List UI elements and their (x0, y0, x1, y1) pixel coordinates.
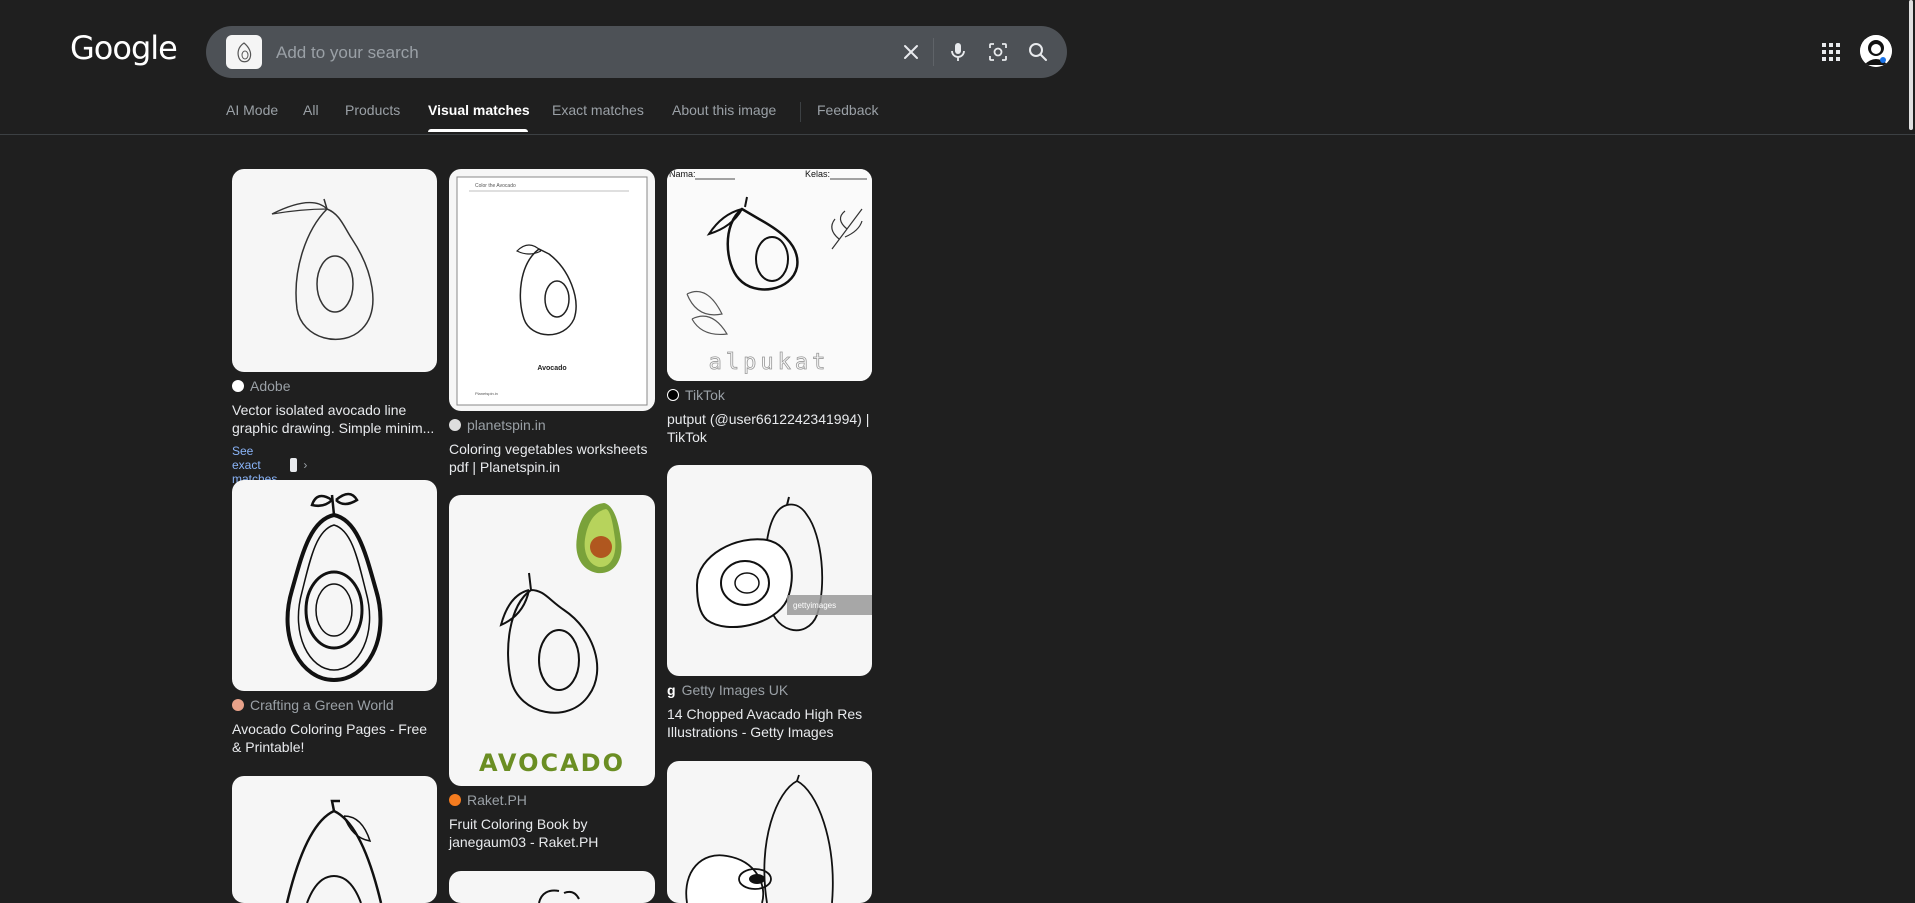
search-box[interactable] (206, 26, 1067, 78)
result-image[interactable] (232, 776, 437, 903)
exact-match-thumbnail (290, 458, 298, 472)
result-image[interactable]: gettyimages (667, 465, 872, 676)
result-image[interactable]: Nama: Kelas: alpukat (667, 169, 872, 381)
worksheet-caption: Avocado (537, 365, 566, 372)
result-title[interactable]: putput (@user6612242341994) | TikTok (667, 410, 873, 446)
tab-feedback[interactable]: Feedback (817, 102, 878, 118)
result-title[interactable]: Fruit Coloring Book by janegaum03 - Rake… (449, 815, 655, 851)
search-icon[interactable] (1026, 40, 1050, 64)
raket-favicon (449, 794, 461, 806)
result-title[interactable]: 14 Chopped Avacado High Res Illustration… (667, 705, 873, 741)
result-title[interactable]: Coloring vegetables worksheets pdf | Pla… (449, 440, 655, 476)
result-source[interactable]: TikTok (667, 387, 725, 403)
result-source[interactable]: g Getty Images UK (667, 682, 788, 698)
filter-tabs: AI Mode All Products Visual matches Exac… (0, 98, 1915, 135)
result-image[interactable]: Color the Avocado Avocado Planetspin.in (449, 169, 655, 411)
worksheet-footer: Planetspin.in (475, 391, 498, 396)
worksheet-name-label: Nama: (669, 169, 696, 179)
search-input[interactable] (274, 38, 878, 68)
tab-all[interactable]: All (303, 102, 319, 118)
result-image[interactable]: AVOCADO (449, 495, 655, 786)
tab-about-this-image[interactable]: About this image (672, 102, 776, 118)
tab-visual-matches[interactable]: Visual matches (428, 102, 530, 118)
tab-exact-matches[interactable]: Exact matches (552, 102, 644, 118)
result-source[interactable]: planetspin.in (449, 417, 546, 433)
google-logo[interactable]: Google (70, 29, 178, 67)
result-image[interactable] (232, 169, 437, 372)
getty-images-favicon: g (667, 682, 676, 698)
result-image[interactable] (449, 871, 655, 903)
result-source[interactable]: Crafting a Green World (232, 697, 394, 713)
mic-icon[interactable] (946, 40, 970, 64)
tab-ai-mode[interactable]: AI Mode (226, 102, 278, 118)
chevron-right-icon: › (303, 458, 308, 472)
clear-icon[interactable] (899, 40, 923, 64)
tab-products[interactable]: Products (345, 102, 400, 118)
search-image-thumbnail[interactable] (226, 35, 262, 69)
result-image[interactable] (232, 480, 437, 691)
planetspin-favicon (449, 419, 461, 431)
lens-icon[interactable] (986, 40, 1010, 64)
avocado-caption: AVOCADO (479, 749, 625, 777)
crafting-green-world-favicon (232, 699, 244, 711)
result-title[interactable]: Vector isolated avocado line graphic dra… (232, 401, 438, 437)
apps-icon[interactable] (1821, 42, 1841, 62)
result-image[interactable] (667, 761, 872, 903)
adobe-stock-favicon (232, 380, 244, 392)
worksheet-class-label: Kelas: (805, 169, 830, 179)
search-divider (933, 38, 934, 66)
result-source[interactable]: Raket.PH (449, 792, 527, 808)
worksheet-header: Color the Avocado (475, 183, 516, 189)
result-source[interactable]: Adobe (232, 378, 290, 394)
active-tab-indicator (428, 129, 528, 132)
image-watermark: gettyimages (793, 601, 836, 610)
worksheet-trace-word: alpukat (709, 350, 830, 375)
account-avatar[interactable] (1860, 35, 1892, 67)
tab-separator (800, 102, 801, 122)
result-title[interactable]: Avocado Coloring Pages - Free & Printabl… (232, 720, 438, 756)
tiktok-favicon (667, 389, 679, 401)
